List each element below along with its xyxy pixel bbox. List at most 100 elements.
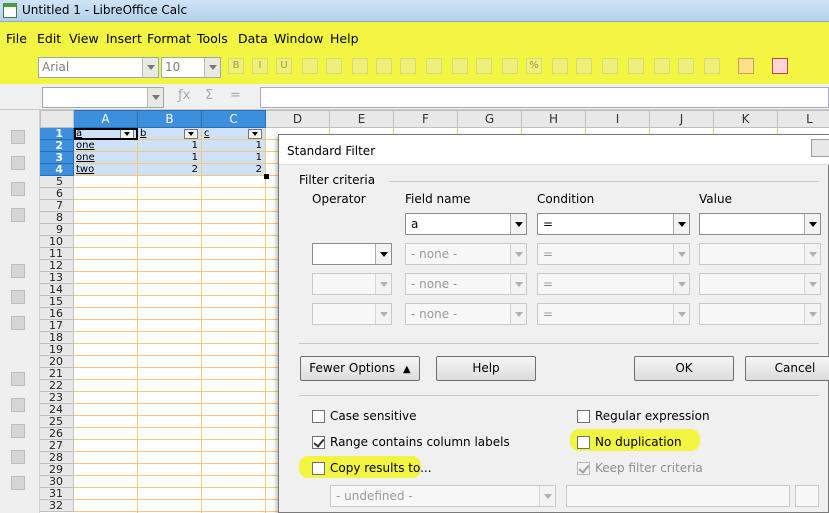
cell-b2[interactable]: 1 [140,140,198,152]
underline-icon[interactable]: U [276,58,292,74]
formula-input[interactable] [260,87,829,108]
bold-icon[interactable]: B [228,58,244,74]
condition-select-2[interactable]: = [537,243,690,265]
column-header-b[interactable]: B [138,110,202,128]
value-select-1[interactable] [699,213,821,235]
copy-target-select[interactable]: - undefined - [330,485,556,507]
chevron-down-icon[interactable] [673,274,689,294]
ok-button[interactable]: OK [634,356,734,381]
no-duplication-checkbox[interactable] [577,436,590,449]
merge-cells-icon[interactable] [426,58,442,74]
cell-c3[interactable]: 1 [204,152,262,164]
wrap-icon[interactable] [452,58,468,74]
column-header-g[interactable]: G [458,110,522,128]
outdent-icon[interactable] [654,58,670,74]
chevron-down-icon[interactable] [804,274,820,294]
keep-filter-checkbox[interactable] [577,462,590,475]
shrink-icon[interactable] [795,485,819,507]
preview-icon[interactable] [11,290,25,304]
field-name-select-2[interactable]: - none - [405,243,527,265]
cell-a2[interactable]: one [76,140,134,152]
chevron-down-icon[interactable] [539,486,555,506]
fewer-options-button[interactable]: Fewer Options ▲ [300,356,420,381]
copy-target-input[interactable] [566,485,790,507]
font-color-a-icon[interactable] [772,58,788,74]
italic-icon[interactable]: I [252,58,268,74]
print-icon[interactable] [11,264,25,278]
field-name-select-4[interactable]: - none - [405,303,527,325]
autofilter-dropdown-icon[interactable] [248,129,262,139]
chevron-down-icon[interactable] [375,304,391,324]
chevron-down-icon[interactable] [510,214,526,234]
operator-select-4[interactable] [312,303,392,325]
menu-edit[interactable]: Edit [37,31,61,46]
cell-a3[interactable]: one [76,152,134,164]
column-header-k[interactable]: K [714,110,778,128]
open-icon[interactable] [11,130,25,144]
menu-window[interactable]: Window [274,31,323,46]
chevron-down-icon[interactable] [510,274,526,294]
cut-icon[interactable] [11,372,25,386]
field-name-select-3[interactable]: - none - [405,273,527,295]
chevron-down-icon[interactable] [804,214,820,234]
align-right-icon[interactable] [376,58,392,74]
value-select-2[interactable] [699,243,821,265]
condition-select-3[interactable]: = [537,273,690,295]
condition-select-4[interactable]: = [537,303,690,325]
chevron-down-icon[interactable] [804,244,820,264]
row-header-32[interactable]: 32 [40,500,74,512]
background-color-icon[interactable] [738,58,754,74]
paste-icon[interactable] [11,424,25,438]
redo-icon[interactable] [11,476,25,490]
menu-help[interactable]: Help [330,31,359,46]
chevron-down-icon[interactable] [510,304,526,324]
sum-icon[interactable]: Σ [205,88,213,103]
autofilter-dropdown-icon[interactable] [184,129,198,139]
select-all-corner[interactable] [40,110,74,128]
percent-icon[interactable]: % [526,58,542,74]
save-icon[interactable] [11,156,25,170]
chevron-down-icon[interactable] [510,244,526,264]
column-header-e[interactable]: E [330,110,394,128]
function-wizard-icon[interactable]: ƒx [178,88,190,103]
chevron-down-icon[interactable] [673,304,689,324]
equals-icon[interactable]: = [230,88,241,103]
currency-icon[interactable] [502,58,518,74]
menu-data[interactable]: Data [238,31,268,46]
menu-file[interactable]: File [6,31,27,46]
chevron-down-icon[interactable] [204,58,220,77]
column-header-a[interactable]: A [74,110,138,128]
undo-icon[interactable] [11,450,25,464]
chevron-down-icon[interactable] [673,244,689,264]
copy-icon[interactable] [11,398,25,412]
border-style-icon[interactable] [704,58,720,74]
spellcheck-icon[interactable] [11,316,25,330]
chevron-down-icon[interactable] [147,88,163,107]
font-color-icon[interactable] [302,58,318,74]
column-header-l[interactable]: L [778,110,829,128]
menu-view[interactable]: View [69,31,99,46]
menu-tools[interactable]: Tools [197,31,228,46]
add-decimal-icon[interactable] [576,58,592,74]
cancel-button[interactable]: Cancel [745,356,829,381]
justify-icon[interactable] [400,58,416,74]
column-header-f[interactable]: F [394,110,458,128]
help-button[interactable]: Help [436,356,536,381]
range-labels-checkbox[interactable] [312,436,325,449]
menu-format[interactable]: Format [147,31,191,46]
chevron-down-icon[interactable] [375,244,391,264]
column-header-i[interactable]: I [586,110,650,128]
delete-decimal-icon[interactable] [602,58,618,74]
edit-file-icon[interactable] [11,208,25,222]
operator-select-3[interactable] [312,273,392,295]
copy-results-checkbox[interactable] [312,462,325,475]
align-left-icon[interactable] [326,58,342,74]
name-box[interactable] [42,87,164,108]
cell-b3[interactable]: 1 [140,152,198,164]
borders-icon[interactable] [678,58,694,74]
cell-c2[interactable]: 1 [204,140,262,152]
cell-b4[interactable]: 2 [140,164,198,176]
column-header-d[interactable]: D [266,110,330,128]
regular-expression-checkbox[interactable] [577,410,590,423]
condition-select-1[interactable]: = [537,213,690,235]
